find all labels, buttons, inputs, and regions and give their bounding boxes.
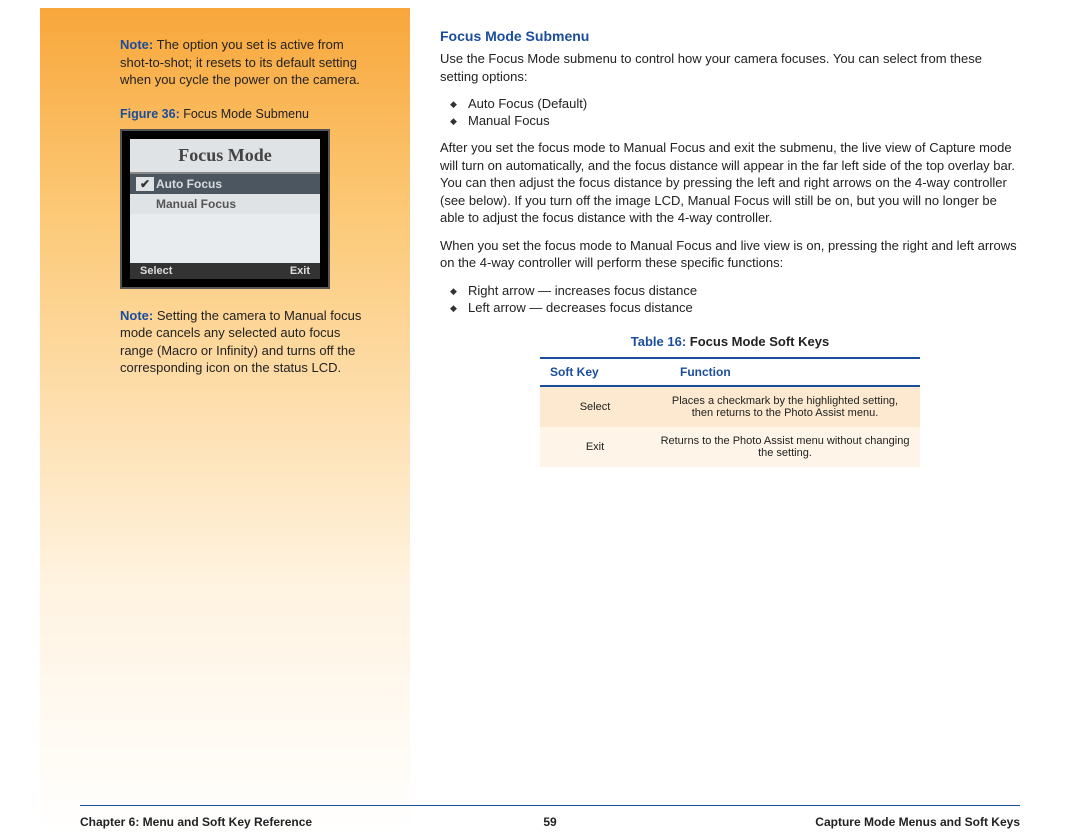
arrow-functions-list: Right arrow — increases focus distance L…: [440, 282, 1020, 316]
table-header-softkey: Soft Key: [540, 358, 650, 386]
lcd-item-auto-focus: Auto Focus: [130, 174, 320, 194]
list-item: Left arrow — decreases focus distance: [468, 299, 1020, 316]
soft-keys-table: Soft Key Function Select Places a checkm…: [540, 357, 920, 467]
table-caption-text: Focus Mode Soft Keys: [686, 334, 829, 349]
focus-options-list: Auto Focus (Default) Manual Focus: [440, 95, 1020, 129]
lcd-item-manual-focus: Manual Focus: [130, 194, 320, 214]
note-label: Note:: [120, 308, 153, 323]
cell-softkey: Select: [540, 386, 650, 427]
page: Note: The option you set is active from …: [0, 0, 1080, 834]
list-item: Right arrow — increases focus distance: [468, 282, 1020, 299]
footer-left: Chapter 6: Menu and Soft Key Reference: [80, 815, 312, 829]
footer-page-number: 59: [543, 815, 556, 829]
footer-right: Capture Mode Menus and Soft Keys: [815, 815, 1020, 829]
cell-softkey: Exit: [540, 427, 650, 467]
note-1-text: The option you set is active from shot-t…: [120, 37, 360, 87]
paragraph-manual-focus-behavior: After you set the focus mode to Manual F…: [440, 139, 1020, 227]
note-2: Note: Setting the camera to Manual focus…: [120, 307, 370, 377]
lcd-softkey-bar: Select Exit: [130, 263, 320, 279]
figure-label: Figure 36:: [120, 107, 180, 121]
lcd-screenshot: Focus Mode Auto Focus Manual Focus Selec…: [120, 129, 330, 289]
list-item: Auto Focus (Default): [468, 95, 1020, 112]
note-1: Note: The option you set is active from …: [120, 36, 370, 89]
paragraph-arrow-functions: When you set the focus mode to Manual Fo…: [440, 237, 1020, 272]
sidebar-column: Note: The option you set is active from …: [40, 8, 410, 834]
section-heading: Focus Mode Submenu: [440, 28, 1020, 44]
table-row: Exit Returns to the Photo Assist menu wi…: [540, 427, 920, 467]
main-column: Focus Mode Submenu Use the Focus Mode su…: [410, 8, 1080, 834]
page-footer: Chapter 6: Menu and Soft Key Reference 5…: [80, 805, 1020, 834]
note-2-text: Setting the camera to Manual focus mode …: [120, 308, 361, 376]
list-item: Manual Focus: [468, 112, 1020, 129]
table-header-function: Function: [650, 358, 920, 386]
cell-function: Returns to the Photo Assist menu without…: [650, 427, 920, 467]
lcd-softkey-exit: Exit: [290, 265, 310, 277]
note-label: Note:: [120, 37, 153, 52]
table-label: Table 16:: [631, 334, 686, 349]
intro-paragraph: Use the Focus Mode submenu to control ho…: [440, 50, 1020, 85]
cell-function: Places a checkmark by the highlighted se…: [650, 386, 920, 427]
figure-text: Focus Mode Submenu: [180, 107, 309, 121]
table-row: Select Places a checkmark by the highlig…: [540, 386, 920, 427]
lcd-softkey-select: Select: [140, 265, 172, 277]
table-caption: Table 16: Focus Mode Soft Keys: [440, 334, 1020, 349]
figure-caption: Figure 36: Focus Mode Submenu: [120, 107, 370, 121]
lcd-title: Focus Mode: [130, 139, 320, 174]
